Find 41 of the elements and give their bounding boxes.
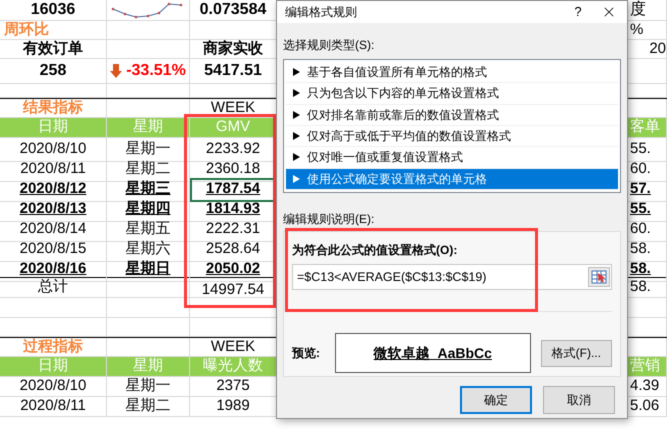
rule-type-item[interactable]: 只为包含以下内容的单元格设置格式	[286, 83, 618, 105]
rule-type-item[interactable]: 基于各自值设置所有单元格的格式	[286, 62, 618, 84]
table-cell: 2020/8/12	[0, 178, 107, 202]
ok-button[interactable]: 确定	[460, 386, 532, 414]
triangle-icon	[293, 89, 300, 98]
help-button[interactable]: ?	[563, 2, 593, 22]
section-title: 周环比	[0, 21, 107, 40]
table-cell: 星期一	[107, 377, 190, 397]
table-cell: 2020/8/10	[0, 138, 107, 162]
table-cell: 16036	[0, 0, 107, 21]
format-button[interactable]: 格式(F)...	[540, 340, 612, 366]
triangle-icon	[293, 174, 300, 183]
table-cell: 2020/8/14	[0, 218, 107, 242]
dialog-title: 编辑格式规则	[285, 4, 358, 21]
table-cell: 2020/8/11	[0, 158, 107, 182]
triangle-icon	[293, 110, 300, 119]
column-header: 星期	[107, 357, 190, 377]
preview-box: 微软卓越 AaBbCc	[335, 333, 531, 373]
rule-type-item[interactable]: 使用公式确定要设置格式的单元格	[286, 168, 618, 190]
table-cell: 258	[0, 59, 107, 84]
change-value: -33.51%	[126, 61, 186, 81]
rule-type-item[interactable]: 仅对高于或低于平均值的数值设置格式	[286, 126, 618, 148]
table-cell: 星期二	[107, 397, 190, 417]
cancel-button[interactable]: 取消	[543, 386, 615, 414]
preview-label: 预览:	[292, 345, 321, 362]
column-header: 日期	[0, 357, 107, 377]
rule-description-label: 编辑规则说明(E):	[283, 211, 376, 227]
rule-type-label: 选择规则类型(S):	[283, 37, 376, 53]
triangle-icon	[293, 68, 300, 76]
table-cell: 2020/8/11	[0, 397, 107, 417]
formula-label: 为符合此公式的值设置格式(O):	[292, 242, 458, 258]
rule-type-item[interactable]: 仅对排名靠前或靠后的数值设置格式	[286, 104, 618, 126]
triangle-icon	[293, 132, 300, 140]
table-cell: 2020/8/13	[0, 198, 107, 222]
table-cell: 2020/8/10	[0, 377, 107, 397]
formula-field[interactable]: =$C13<AVERAGE($C$13:$C$19)	[292, 264, 612, 290]
range-picker-icon[interactable]	[588, 267, 610, 287]
column-header: 日期	[0, 118, 107, 138]
triangle-icon	[293, 153, 300, 162]
table-cell: 2020/8/15	[0, 238, 107, 262]
table-cell: 有效订单	[0, 40, 107, 59]
